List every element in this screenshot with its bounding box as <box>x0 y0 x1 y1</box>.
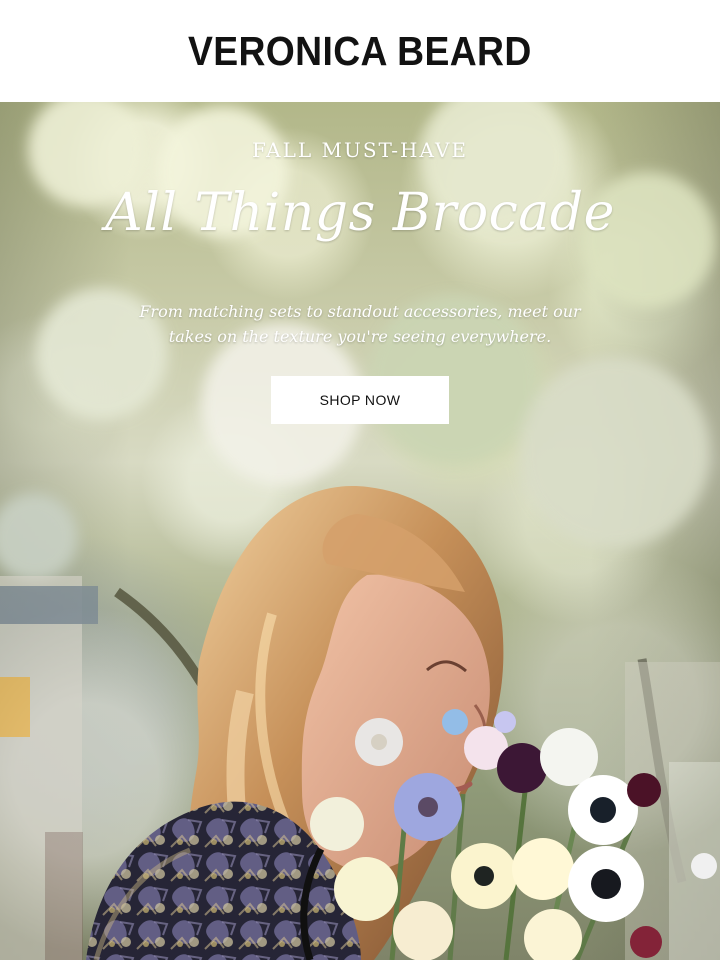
hero-kicker: FALL MUST-HAVE <box>252 138 468 162</box>
brand-header: VERONICA BEARD <box>0 0 720 102</box>
brand-logo[interactable]: VERONICA BEARD <box>188 30 532 72</box>
email-page: VERONICA BEARD FALL MUST-HAVE All Things… <box>0 0 720 960</box>
hero-title: All Things Brocade <box>105 183 615 243</box>
shop-now-button[interactable]: SHOP NOW <box>271 376 449 424</box>
hero-banner: FALL MUST-HAVE All Things Brocade From m… <box>0 102 720 960</box>
hero-description: From matching sets to standout accessori… <box>139 302 581 346</box>
hero-copy: FALL MUST-HAVE All Things Brocade From m… <box>0 102 720 432</box>
